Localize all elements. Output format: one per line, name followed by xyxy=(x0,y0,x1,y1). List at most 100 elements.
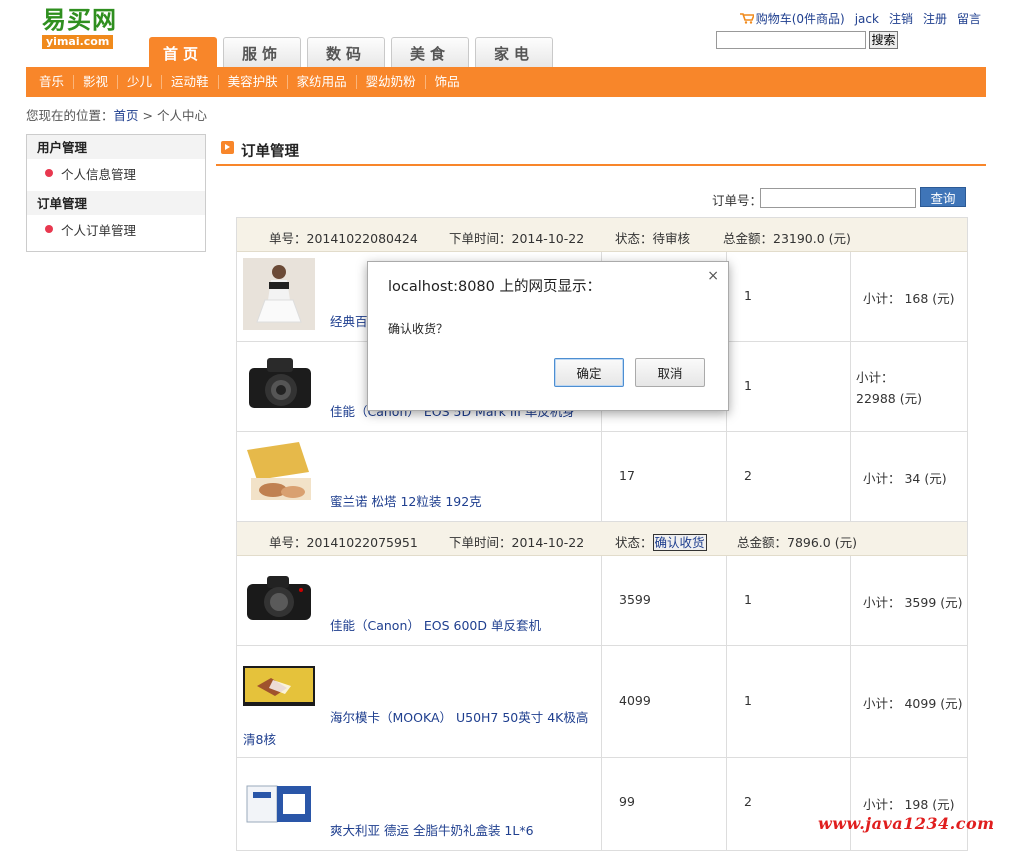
breadcrumb: 您现在的位置：首页 > 个人中心 xyxy=(26,105,207,124)
section-header: 订单管理 xyxy=(216,138,986,166)
category-nav: 音乐 影视 少儿 运动鞋 美容护肤 家纺用品 婴幼奶粉 饰品 xyxy=(30,67,469,97)
order-time: 下单时间：2014-10-22 xyxy=(449,231,585,246)
search-input[interactable] xyxy=(716,31,866,49)
order-number: 单号：20141022080424 xyxy=(269,231,418,246)
subtotal-cell xyxy=(850,758,851,850)
cancel-button[interactable]: 取消 xyxy=(635,358,705,387)
logo-text-en: yimai.com xyxy=(42,35,114,49)
table-row: 蜜兰诺 松塔 12粒装 192克 17 2 小计： 34 (元) xyxy=(237,432,967,522)
product-price: 3599 xyxy=(619,592,651,607)
product-image[interactable] xyxy=(243,562,315,634)
message-link[interactable]: 留言 xyxy=(957,10,981,27)
qty-cell xyxy=(726,646,727,757)
sidebar-item-profile[interactable]: 个人信息管理 xyxy=(27,159,205,191)
product-qty: 2 xyxy=(744,468,752,483)
dialog-message: 确认收货？ xyxy=(388,322,449,336)
category-sneakers[interactable]: 运动鞋 xyxy=(162,75,219,89)
category-video[interactable]: 影视 xyxy=(74,75,119,89)
dialog-title: localhost:8080 上的网页显示： xyxy=(388,279,601,295)
category-textiles[interactable]: 家纺用品 xyxy=(288,75,357,89)
tab-food[interactable]: 美食 xyxy=(391,37,469,67)
order-time: 下单时间：2014-10-22 xyxy=(449,535,585,550)
breadcrumb-sep: > xyxy=(138,108,157,123)
logo-text-cn: 易买网 xyxy=(42,5,117,34)
product-subtotal: 小计： 34 (元) xyxy=(863,471,947,486)
product-name[interactable]: 海尔模卡（MOOKA） U50H7 50英寸 4K极高清8核 xyxy=(243,707,593,751)
sidebar-item-label: 个人信息管理 xyxy=(61,167,137,182)
tab-digital[interactable]: 数码 xyxy=(307,37,385,67)
sidebar-item-my-orders[interactable]: 个人订单管理 xyxy=(27,215,205,247)
order-total: 总金额：23190.0 (元) xyxy=(723,231,851,246)
order-status: 状态： 确认收货 xyxy=(615,532,707,551)
product-image[interactable] xyxy=(243,348,315,420)
subtotal-cell xyxy=(850,556,851,645)
breadcrumb-prefix: 您现在的位置： xyxy=(26,108,114,123)
logout-link[interactable]: 注销 xyxy=(889,10,913,27)
cart-link[interactable]: 购物车(0件商品) xyxy=(739,10,845,27)
price-cell xyxy=(601,758,602,850)
order-id-input[interactable] xyxy=(760,188,916,208)
product-name[interactable]: 爽大利亚 德运 全脂牛奶礼盒装 1L*6 xyxy=(330,820,534,842)
table-row: 海尔模卡（MOOKA） U50H7 50英寸 4K极高清8核 4099 1 小计… xyxy=(237,646,967,758)
product-image[interactable] xyxy=(243,778,315,826)
tab-appliances[interactable]: 家电 xyxy=(475,37,553,67)
category-kids[interactable]: 少儿 xyxy=(118,75,163,89)
order-id-label: 订单号： xyxy=(712,193,763,208)
search-button[interactable]: 搜索 xyxy=(869,31,898,49)
subtotal-label: 小计： xyxy=(856,370,894,385)
status-label: 状态： xyxy=(615,535,653,550)
arrow-icon xyxy=(221,141,234,154)
product-image[interactable] xyxy=(243,258,315,330)
confirm-dialog: localhost:8080 上的网页显示： × 确认收货？ 确定 取消 xyxy=(367,261,729,411)
register-link[interactable]: 注册 xyxy=(923,10,947,27)
bullet-icon xyxy=(45,169,53,177)
qty-cell xyxy=(726,556,727,645)
user-link[interactable]: jack xyxy=(855,12,879,26)
table-row: 佳能（Canon） EOS 600D 单反套机 3599 1 小计： 3599 … xyxy=(237,556,967,646)
product-subtotal: 小计： 168 (元) xyxy=(863,291,955,306)
product-qty: 2 xyxy=(744,794,752,809)
top-links: 购物车(0件商品) jack 注销 注册 留言 xyxy=(739,10,981,27)
sidebar-item-label: 个人订单管理 xyxy=(61,223,137,238)
order-number: 单号：20141022075951 xyxy=(269,535,418,550)
product-price: 99 xyxy=(619,794,635,809)
table-row: 爽大利亚 德运 全脂牛奶礼盒装 1L*6 99 2 小计： 198 (元) xyxy=(237,758,967,851)
product-subtotal: 小计： 3599 (元) xyxy=(863,595,963,610)
order-status: 状态：待审核 xyxy=(615,228,690,247)
category-jewelry[interactable]: 饰品 xyxy=(426,75,469,89)
product-subtotal: 小计： 4099 (元) xyxy=(863,696,963,711)
product-name[interactable]: 佳能（Canon） EOS 600D 单反套机 xyxy=(330,615,541,637)
subtotal-cell xyxy=(850,252,851,341)
watermark: www.java1234.com xyxy=(818,814,995,833)
tab-home[interactable]: 首页 xyxy=(149,37,217,68)
site-logo[interactable]: 易买网 yimai.com xyxy=(40,6,132,50)
bullet-icon xyxy=(45,225,53,233)
breadcrumb-home[interactable]: 首页 xyxy=(114,108,139,123)
page-title: 订单管理 xyxy=(241,144,299,160)
query-button[interactable]: 查询 xyxy=(920,187,966,207)
subtotal-cell xyxy=(850,432,851,521)
product-qty: 1 xyxy=(744,592,752,607)
category-beauty[interactable]: 美容护肤 xyxy=(219,75,288,89)
sidebar-group-orders: 订单管理 xyxy=(27,191,205,215)
subtotal-cell xyxy=(850,646,851,757)
category-baby-milk[interactable]: 婴幼奶粉 xyxy=(357,75,426,89)
breadcrumb-current: 个人中心 xyxy=(156,108,207,123)
product-name[interactable]: 蜜兰诺 松塔 12粒装 192克 xyxy=(330,491,482,513)
product-image[interactable] xyxy=(243,666,315,706)
cart-icon xyxy=(739,13,754,24)
cart-label: 购物车(0件商品) xyxy=(755,12,845,26)
order-total: 总金额：7896.0 (元) xyxy=(737,535,857,550)
category-music[interactable]: 音乐 xyxy=(30,75,75,89)
sidebar-group-user: 用户管理 xyxy=(27,135,205,159)
close-icon[interactable]: × xyxy=(707,268,719,284)
tab-clothing[interactable]: 服饰 xyxy=(223,37,301,67)
product-subtotal: 小计： 198 (元) xyxy=(863,797,955,812)
price-cell xyxy=(601,556,602,645)
product-image[interactable] xyxy=(243,438,315,510)
product-qty: 1 xyxy=(744,693,752,708)
ok-button[interactable]: 确定 xyxy=(554,358,624,387)
confirm-receipt-link[interactable]: 确认收货 xyxy=(652,534,707,551)
order-header: 单号：20141022080424 下单时间：2014-10-22 状态：待审核… xyxy=(237,218,967,252)
status-value: 待审核 xyxy=(652,231,691,246)
